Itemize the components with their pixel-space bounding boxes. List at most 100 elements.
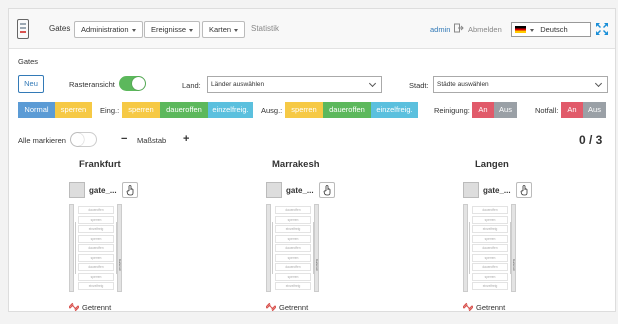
menu-ereignisse[interactable]: Ereignisse bbox=[144, 21, 201, 38]
gate-name[interactable]: gate_... bbox=[286, 186, 314, 195]
lane-0: daueroffen bbox=[472, 206, 508, 214]
gate-action-button[interactable] bbox=[516, 182, 532, 198]
gate-card: Frankfurt gate_... Gatecom daueroffen spe… bbox=[68, 159, 265, 319]
fullscreen-icon[interactable] bbox=[595, 22, 609, 36]
gate-rail-left bbox=[463, 204, 468, 292]
grid-view-label: Rasteransicht bbox=[69, 80, 115, 89]
gate-diagram: Gatecom daueroffen sperren einzelfreig sper… bbox=[463, 204, 519, 292]
lane-6: daueroffen bbox=[78, 263, 114, 271]
gate-diagram: Gatecom daueroffen sperren einzelfreig sper… bbox=[266, 204, 322, 292]
gate-status: Getrennt bbox=[265, 302, 309, 312]
land-label: Land: bbox=[182, 81, 201, 90]
gate-status-label: Getrennt bbox=[279, 303, 309, 312]
disconnected-icon bbox=[68, 302, 80, 312]
exit-label: Ausg.: bbox=[261, 106, 283, 115]
exit-daueroffen-button[interactable]: daueroffen bbox=[323, 102, 371, 118]
gate-select-checkbox[interactable] bbox=[266, 182, 282, 198]
land-select[interactable]: Länder auswählen bbox=[207, 76, 382, 93]
gate-rail-label: Gatecom bbox=[118, 259, 122, 272]
lane-0: daueroffen bbox=[78, 206, 114, 214]
gate-rail-right bbox=[511, 204, 516, 292]
app-frame: Gates Administration Ereignisse Karten S… bbox=[8, 8, 616, 312]
menu-ereignisse-label: Ereignisse bbox=[151, 25, 187, 34]
gate-name[interactable]: gate_... bbox=[89, 186, 117, 195]
logout-icon[interactable] bbox=[454, 23, 464, 33]
menu-karten-label: Karten bbox=[209, 25, 232, 34]
gate-rail-right bbox=[314, 204, 319, 292]
emergency-off-button[interactable]: Aus bbox=[583, 102, 606, 118]
language-select[interactable]: Deutsch bbox=[511, 22, 591, 37]
new-button[interactable]: Neu bbox=[18, 75, 44, 93]
gate-status: Getrennt bbox=[462, 302, 506, 312]
chevron-down-icon bbox=[189, 28, 194, 32]
lane-2: einzelfreig bbox=[78, 225, 114, 233]
gate-name[interactable]: gate_... bbox=[483, 186, 511, 195]
mode-normal-button[interactable]: Normal bbox=[18, 102, 55, 118]
lane-4: daueroffen bbox=[275, 244, 311, 252]
gate-select-checkbox[interactable] bbox=[463, 182, 479, 198]
city-select[interactable]: Städte auswählen bbox=[433, 76, 608, 93]
gate-diagram: Gatecom daueroffen sperren einzelfreig sper… bbox=[69, 204, 125, 292]
menu-administration[interactable]: Administration bbox=[74, 21, 143, 38]
lane-7: sperren bbox=[275, 272, 311, 281]
land-select-value: Länder auswählen bbox=[211, 81, 265, 88]
hand-pointer-icon bbox=[323, 185, 331, 196]
hand-pointer-icon bbox=[520, 185, 528, 196]
lane-4: daueroffen bbox=[78, 244, 114, 252]
cleaning-on-button[interactable]: An bbox=[472, 102, 494, 118]
select-all-toggle[interactable] bbox=[70, 132, 97, 147]
gate-bracket-right bbox=[114, 222, 117, 274]
lane-2: einzelfreig bbox=[472, 225, 508, 233]
gate-action-button[interactable] bbox=[122, 182, 138, 198]
entry-sperren-button[interactable]: sperren bbox=[122, 102, 160, 118]
exit-sperren-button[interactable]: sperren bbox=[285, 102, 323, 118]
lane-3: sperren bbox=[78, 234, 114, 243]
nav-statistik[interactable]: Statistik bbox=[251, 24, 279, 33]
user-link[interactable]: admin bbox=[430, 25, 450, 34]
exit-einzelfreig-button[interactable]: einzelfreig. bbox=[371, 102, 418, 118]
lane-7: sperren bbox=[472, 272, 508, 281]
hand-pointer-icon bbox=[126, 185, 134, 196]
emergency-on-button[interactable]: An bbox=[561, 102, 583, 118]
select-all-label: Alle markieren bbox=[18, 136, 66, 145]
menu-karten[interactable]: Karten bbox=[202, 21, 246, 38]
gate-select-checkbox[interactable] bbox=[69, 182, 85, 198]
gate-rail-left bbox=[266, 204, 271, 292]
gate-status-label: Getrennt bbox=[476, 303, 506, 312]
lane-1: sperren bbox=[78, 215, 114, 224]
app-logo-icon[interactable] bbox=[17, 19, 29, 39]
entry-daueroffen-button[interactable]: daueroffen bbox=[160, 102, 208, 118]
chevron-down-icon bbox=[530, 28, 535, 32]
gate-rail-left bbox=[69, 204, 74, 292]
city-label: Stadt: bbox=[409, 81, 429, 90]
gate-card: Langen gate_... Gatecom daueroffen sperre… bbox=[462, 159, 618, 319]
gate-location: Langen bbox=[475, 159, 509, 170]
scale-label: Maßstab bbox=[137, 136, 167, 145]
mode-sperren-button[interactable]: sperren bbox=[55, 102, 92, 118]
nav-brand[interactable]: Gates bbox=[49, 24, 70, 33]
menu-administration-label: Administration bbox=[81, 25, 129, 34]
cleaning-off-button[interactable]: Aus bbox=[494, 102, 517, 118]
cleaning-label: Reinigung: bbox=[434, 106, 470, 115]
gate-rail-label: Gatecom bbox=[512, 259, 516, 272]
city-select-value: Städte auswählen bbox=[437, 81, 489, 88]
entry-einzelfreig-button[interactable]: einzelfreig. bbox=[208, 102, 253, 118]
chevron-down-icon bbox=[131, 28, 136, 32]
entry-label: Eing.: bbox=[100, 106, 120, 115]
lane-1: sperren bbox=[275, 215, 311, 224]
toggle-knob bbox=[132, 77, 145, 90]
lane-2: einzelfreig bbox=[275, 225, 311, 233]
zoom-in-button[interactable]: + bbox=[183, 133, 189, 145]
gate-status: Getrennt bbox=[68, 302, 112, 312]
lane-8: einzelfreig bbox=[78, 282, 114, 290]
gate-status-label: Getrennt bbox=[82, 303, 112, 312]
logout-link[interactable]: Abmelden bbox=[468, 25, 502, 34]
lane-8: einzelfreig bbox=[275, 282, 311, 290]
navbar: Gates Administration Ereignisse Karten S… bbox=[9, 9, 615, 49]
chevron-down-icon bbox=[594, 79, 603, 88]
gate-location: Frankfurt bbox=[79, 159, 121, 170]
zoom-out-button[interactable]: − bbox=[121, 133, 127, 145]
gate-action-button[interactable] bbox=[319, 182, 335, 198]
chevron-down-icon bbox=[368, 79, 377, 88]
grid-view-toggle[interactable] bbox=[119, 76, 146, 91]
